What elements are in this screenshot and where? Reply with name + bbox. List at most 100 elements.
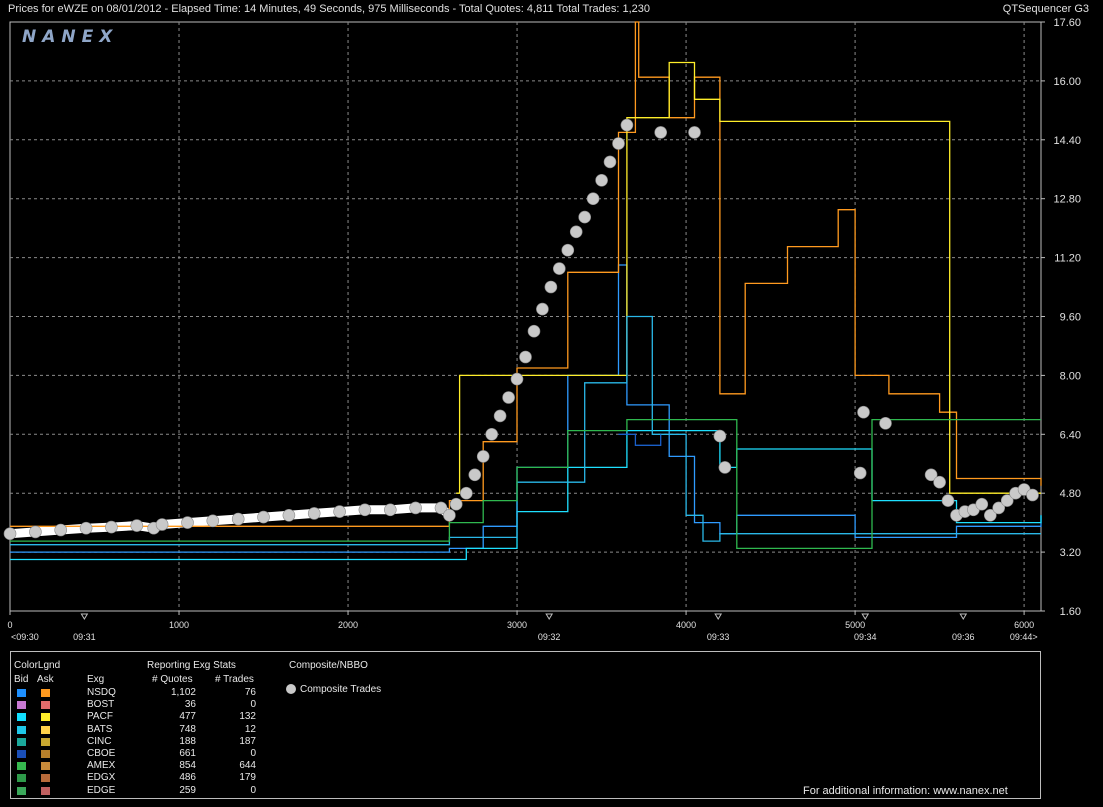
x-time-label: 09:32: [538, 632, 561, 642]
legend-bid-swatch: [17, 725, 26, 734]
composite-trade-point: [459, 486, 473, 500]
composite-trade-point: [282, 508, 296, 522]
legend-exg-label: EDGX: [87, 772, 116, 784]
x-time-label: 09:33: [707, 632, 730, 642]
composite-trade-point: [586, 192, 600, 205]
legend-trades-value: 179: [239, 772, 256, 784]
legend-bid-swatch: [17, 774, 26, 783]
composite-trade-point: [1026, 488, 1039, 502]
y-tick-label: 11.20: [1054, 253, 1081, 265]
price-chart: NANEX 17.60 16.00 14.40 12.80 11.20 9.60 8.00 6…: [3, 17, 1081, 642]
legend-header-ask: Ask: [37, 674, 54, 685]
legend-exg-label: CBOE: [87, 748, 116, 759]
x-tick-label: 2000: [338, 620, 358, 630]
composite-trade-point: [206, 514, 220, 528]
x-time-label: 09:44>: [1010, 632, 1038, 642]
composite-trade-point: [79, 521, 93, 535]
nanex-watermark: NANEX: [22, 27, 118, 47]
legend-composite-trades-label: Composite Trades: [300, 684, 382, 695]
composite-trade-point: [231, 512, 245, 526]
composite-trade-point: [257, 510, 270, 524]
x-tick-label: 0: [7, 620, 12, 630]
composite-trade-point: [933, 475, 946, 489]
legend-ask-swatch: [41, 725, 50, 734]
composite-trade-point: [713, 429, 727, 443]
composite-trade-point: [476, 450, 490, 463]
legend-quotes-value: 661: [179, 748, 196, 759]
composite-trade-point: [130, 519, 144, 532]
x-time-marker-icon: [80, 613, 89, 620]
legend-bid-swatch: [17, 750, 26, 758]
composite-trade-point: [941, 494, 955, 507]
composite-trade-point: [718, 461, 732, 474]
legend-exg-label: PACF: [87, 711, 113, 723]
legend-ask-swatch: [41, 689, 50, 697]
legend-trades-value: 187: [239, 735, 256, 747]
composite-trade-point: [620, 118, 634, 132]
legend-exg-label: AMEX: [87, 760, 116, 772]
y-tick-label: 8.00: [1060, 370, 1081, 382]
composite-trade-point: [333, 505, 346, 518]
composite-trade-point: [358, 503, 372, 517]
y-tick-label: 9.60: [1060, 312, 1081, 324]
composite-trade-point: [54, 523, 68, 537]
y-tick-label: 14.40: [1053, 135, 1081, 147]
legend-trades-value: 0: [250, 699, 256, 711]
legend-ask-swatch: [41, 713, 50, 722]
composite-trade-point: [502, 391, 515, 404]
legend-ask-swatch: [41, 701, 50, 710]
y-tick-label: 12.80: [1053, 194, 1081, 206]
legend-header-composite: Composite/NBBO: [289, 660, 368, 671]
legend-trades-value: 644: [239, 760, 256, 772]
composite-trade-point: [510, 372, 524, 386]
legend-trades-value: 12: [244, 723, 256, 735]
legend-ask-swatch: [41, 786, 50, 795]
legend-ask-swatch: [41, 750, 50, 758]
composite-trade-point: [449, 497, 463, 511]
legend-bid-swatch: [17, 737, 26, 746]
composite-trade-marker-icon: [286, 684, 296, 694]
legend-panel: ColorLgnd Bid Ask Exg Reporting Exg Stat…: [10, 651, 1041, 799]
x-time-label: 09:34: [854, 632, 877, 642]
composite-trade-point: [544, 280, 558, 294]
composite-trade-point: [603, 155, 617, 169]
composite-trade-point: [561, 243, 575, 257]
legend-quotes-value: 477: [179, 711, 196, 723]
y-tick-label: 17.60: [1053, 17, 1081, 29]
legend-quotes-value: 748: [179, 723, 196, 735]
composite-trade-point: [527, 324, 541, 338]
legend-bid-swatch: [17, 713, 26, 722]
x-tick-label: 5000: [845, 620, 865, 630]
composite-trade-point: [536, 302, 549, 316]
composite-trade-point: [409, 501, 422, 515]
legend-bid-swatch: [17, 786, 26, 795]
composite-trade-point: [155, 518, 169, 531]
composite-trade-point: [485, 427, 499, 441]
legend-quotes-value: 259: [179, 784, 196, 796]
x-time-label: 09:31: [73, 632, 96, 642]
legend-quotes-value: 36: [184, 699, 196, 711]
legend-trades-value: 76: [244, 687, 256, 698]
composite-trade-point: [853, 466, 867, 480]
x-time-marker-icon: [959, 613, 968, 620]
composite-trade-point: [569, 225, 583, 239]
x-time-label: 09:36: [952, 632, 975, 642]
x-tick-label: 6000: [1014, 620, 1034, 630]
composite-trade-point: [595, 174, 608, 187]
composite-trade-point: [307, 507, 321, 520]
legend-header-exg: Exg: [87, 674, 105, 685]
legend-footer: For additional information: www.nanex.ne…: [803, 785, 1008, 797]
y-tick-label: 16.00: [1053, 76, 1081, 88]
composite-trade-point: [493, 409, 507, 423]
composite-trade-point: [578, 210, 592, 224]
y-tick-label: 1.60: [1060, 606, 1081, 618]
legend-ask-swatch: [41, 737, 50, 746]
x-axis: 0 1000 2000 3000 4000 5000 6000 <09:30 09:31 09:3…: [7, 611, 1038, 642]
x-tick-label: 3000: [507, 620, 527, 630]
x-time-marker-icon: [714, 613, 723, 620]
legend-header-bid: Bid: [14, 674, 29, 685]
x-tick-label: 1000: [169, 620, 189, 630]
legend-exg-label: NSDQ: [87, 687, 116, 698]
composite-trade-point: [688, 126, 701, 139]
y-axis: 17.60 16.00 14.40 12.80 11.20 9.60 8.00 6.40 4.8…: [1041, 17, 1081, 618]
